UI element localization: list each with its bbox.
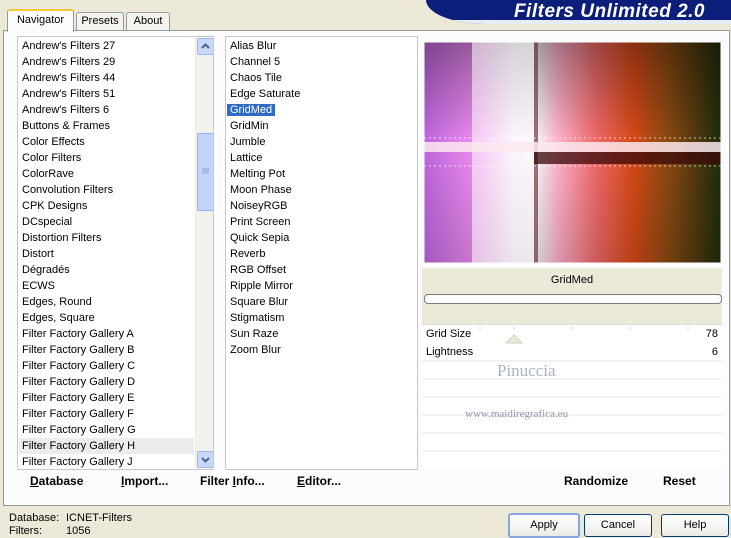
tab-presets[interactable]: Presets	[76, 12, 124, 30]
filter-item[interactable]: Square Blur	[227, 294, 412, 310]
title-banner: Filters Unlimited 2.0	[426, 0, 731, 24]
filter-item[interactable]: Quick Sepia	[227, 230, 412, 246]
category-item[interactable]: Convolution Filters	[19, 182, 194, 198]
filter-item[interactable]: Zoom Blur	[227, 342, 412, 358]
filter-item[interactable]: Reverb	[227, 246, 412, 262]
category-item[interactable]: Color Effects	[19, 134, 194, 150]
param-lightness[interactable]: Lightness 6	[424, 344, 722, 360]
category-item[interactable]: Andrew's Filters 6	[19, 102, 194, 118]
category-item[interactable]: DCspecial	[19, 214, 194, 230]
cancel-button[interactable]: Cancel	[584, 514, 652, 537]
filter-item[interactable]: Channel 5	[227, 54, 412, 70]
category-scrollbar[interactable]	[195, 37, 213, 469]
category-item[interactable]: Edges, Round	[19, 294, 194, 310]
filter-item[interactable]: Alias Blur	[227, 38, 412, 54]
category-item[interactable]: Dégradés	[19, 262, 194, 278]
filter-item[interactable]: Edge Saturate	[227, 86, 412, 102]
param-label: Lightness	[426, 346, 474, 358]
watermark-url: www.maidiregrafica.eu	[465, 408, 569, 420]
filter-item-label-selected: GridMed	[227, 104, 276, 116]
category-item[interactable]: Distortion Filters	[19, 230, 194, 246]
status-database-label: Database:	[9, 512, 60, 524]
chevron-up-icon	[201, 43, 210, 49]
tab-navigator[interactable]: Navigator	[7, 9, 74, 32]
filter-preview-image	[424, 42, 721, 263]
scroll-thumb[interactable]	[197, 133, 213, 211]
tab-about[interactable]: About	[126, 12, 170, 30]
app-title: Filters Unlimited 2.0	[513, 1, 705, 22]
watermark-name: Pinuccia	[497, 361, 556, 380]
category-item[interactable]: Color Filters	[19, 150, 194, 166]
category-item[interactable]: Filter Factory Gallery D	[19, 374, 194, 390]
param-value: 6	[711, 346, 718, 358]
category-item[interactable]: ColorRave	[19, 166, 194, 182]
filter-item[interactable]: GridMin	[227, 118, 412, 134]
randomize-button[interactable]: Randomize	[564, 474, 628, 488]
filter-name: GridMed	[550, 274, 594, 286]
category-item[interactable]: Filter Factory Gallery H	[19, 438, 194, 454]
category-item[interactable]: Filter Factory Gallery A	[19, 326, 194, 342]
filter-item[interactable]: Print Screen	[227, 214, 412, 230]
category-item[interactable]: Filter Factory Gallery G	[19, 422, 194, 438]
filter-item[interactable]: RGB Offset	[227, 262, 412, 278]
filter-item[interactable]: Jumble	[227, 134, 412, 150]
status-filters-label: Filters:	[9, 525, 42, 537]
filter-item[interactable]: Stigmatism	[227, 310, 412, 326]
param-value: 78	[705, 328, 718, 340]
progress-bar	[424, 294, 722, 304]
apply-button[interactable]: Apply	[508, 513, 580, 538]
filter-header: GridMed	[422, 268, 722, 324]
chevron-down-icon	[201, 457, 210, 463]
status-database-value: ICNET-Filters	[66, 512, 132, 524]
filter-item[interactable]: Ripple Mirror	[227, 278, 412, 294]
category-item[interactable]: Filter Factory Gallery E	[19, 390, 194, 406]
param-label: Grid Size	[426, 328, 472, 340]
filter-item[interactable]: Chaos Tile	[227, 70, 412, 86]
category-item[interactable]: Filter Factory Gallery B	[19, 342, 194, 358]
scroll-down-button[interactable]	[197, 451, 213, 468]
category-item[interactable]: Andrew's Filters 29	[19, 54, 194, 70]
category-item[interactable]: Andrew's Filters 27	[19, 38, 194, 54]
database-button[interactable]: Database	[30, 474, 83, 488]
category-item[interactable]: Andrew's Filters 44	[19, 70, 194, 86]
help-button[interactable]: Help	[661, 514, 729, 537]
category-item[interactable]: ECWS	[19, 278, 194, 294]
filter-item[interactable]: GridMed	[227, 102, 412, 118]
status-filters-value: 1056	[66, 525, 91, 537]
import-button[interactable]: Import...	[121, 474, 168, 488]
category-item[interactable]: Distort	[19, 246, 194, 262]
filter-info-button[interactable]: Filter Info...	[200, 474, 265, 488]
category-item[interactable]: Filter Factory Gallery F	[19, 406, 194, 422]
param-grid-size[interactable]: Grid Size 78	[424, 326, 722, 342]
filter-item[interactable]: NoiseyRGB	[227, 198, 412, 214]
filter-item[interactable]: Sun Raze	[227, 326, 412, 342]
filter-item[interactable]: Lattice	[227, 150, 412, 166]
editor-button[interactable]: Editor...	[297, 474, 341, 488]
category-item[interactable]: Buttons & Frames	[19, 118, 194, 134]
filter-item[interactable]: Melting Pot	[227, 166, 412, 182]
category-item[interactable]: CPK Designs	[19, 198, 194, 214]
filter-item[interactable]: Moon Phase	[227, 182, 412, 198]
category-list[interactable]: Andrew's Filters 27 Andrew's Filters 29 An…	[17, 36, 214, 470]
category-item[interactable]: Edges, Square	[19, 310, 194, 326]
filter-list[interactable]: Alias Blur Channel 5 Chaos Tile Edge Satura…	[225, 36, 418, 470]
category-item[interactable]: Filter Factory Gallery C	[19, 358, 194, 374]
reset-button[interactable]: Reset	[663, 474, 696, 488]
scroll-up-button[interactable]	[197, 38, 213, 55]
category-item[interactable]: Andrew's Filters 51	[19, 86, 194, 102]
